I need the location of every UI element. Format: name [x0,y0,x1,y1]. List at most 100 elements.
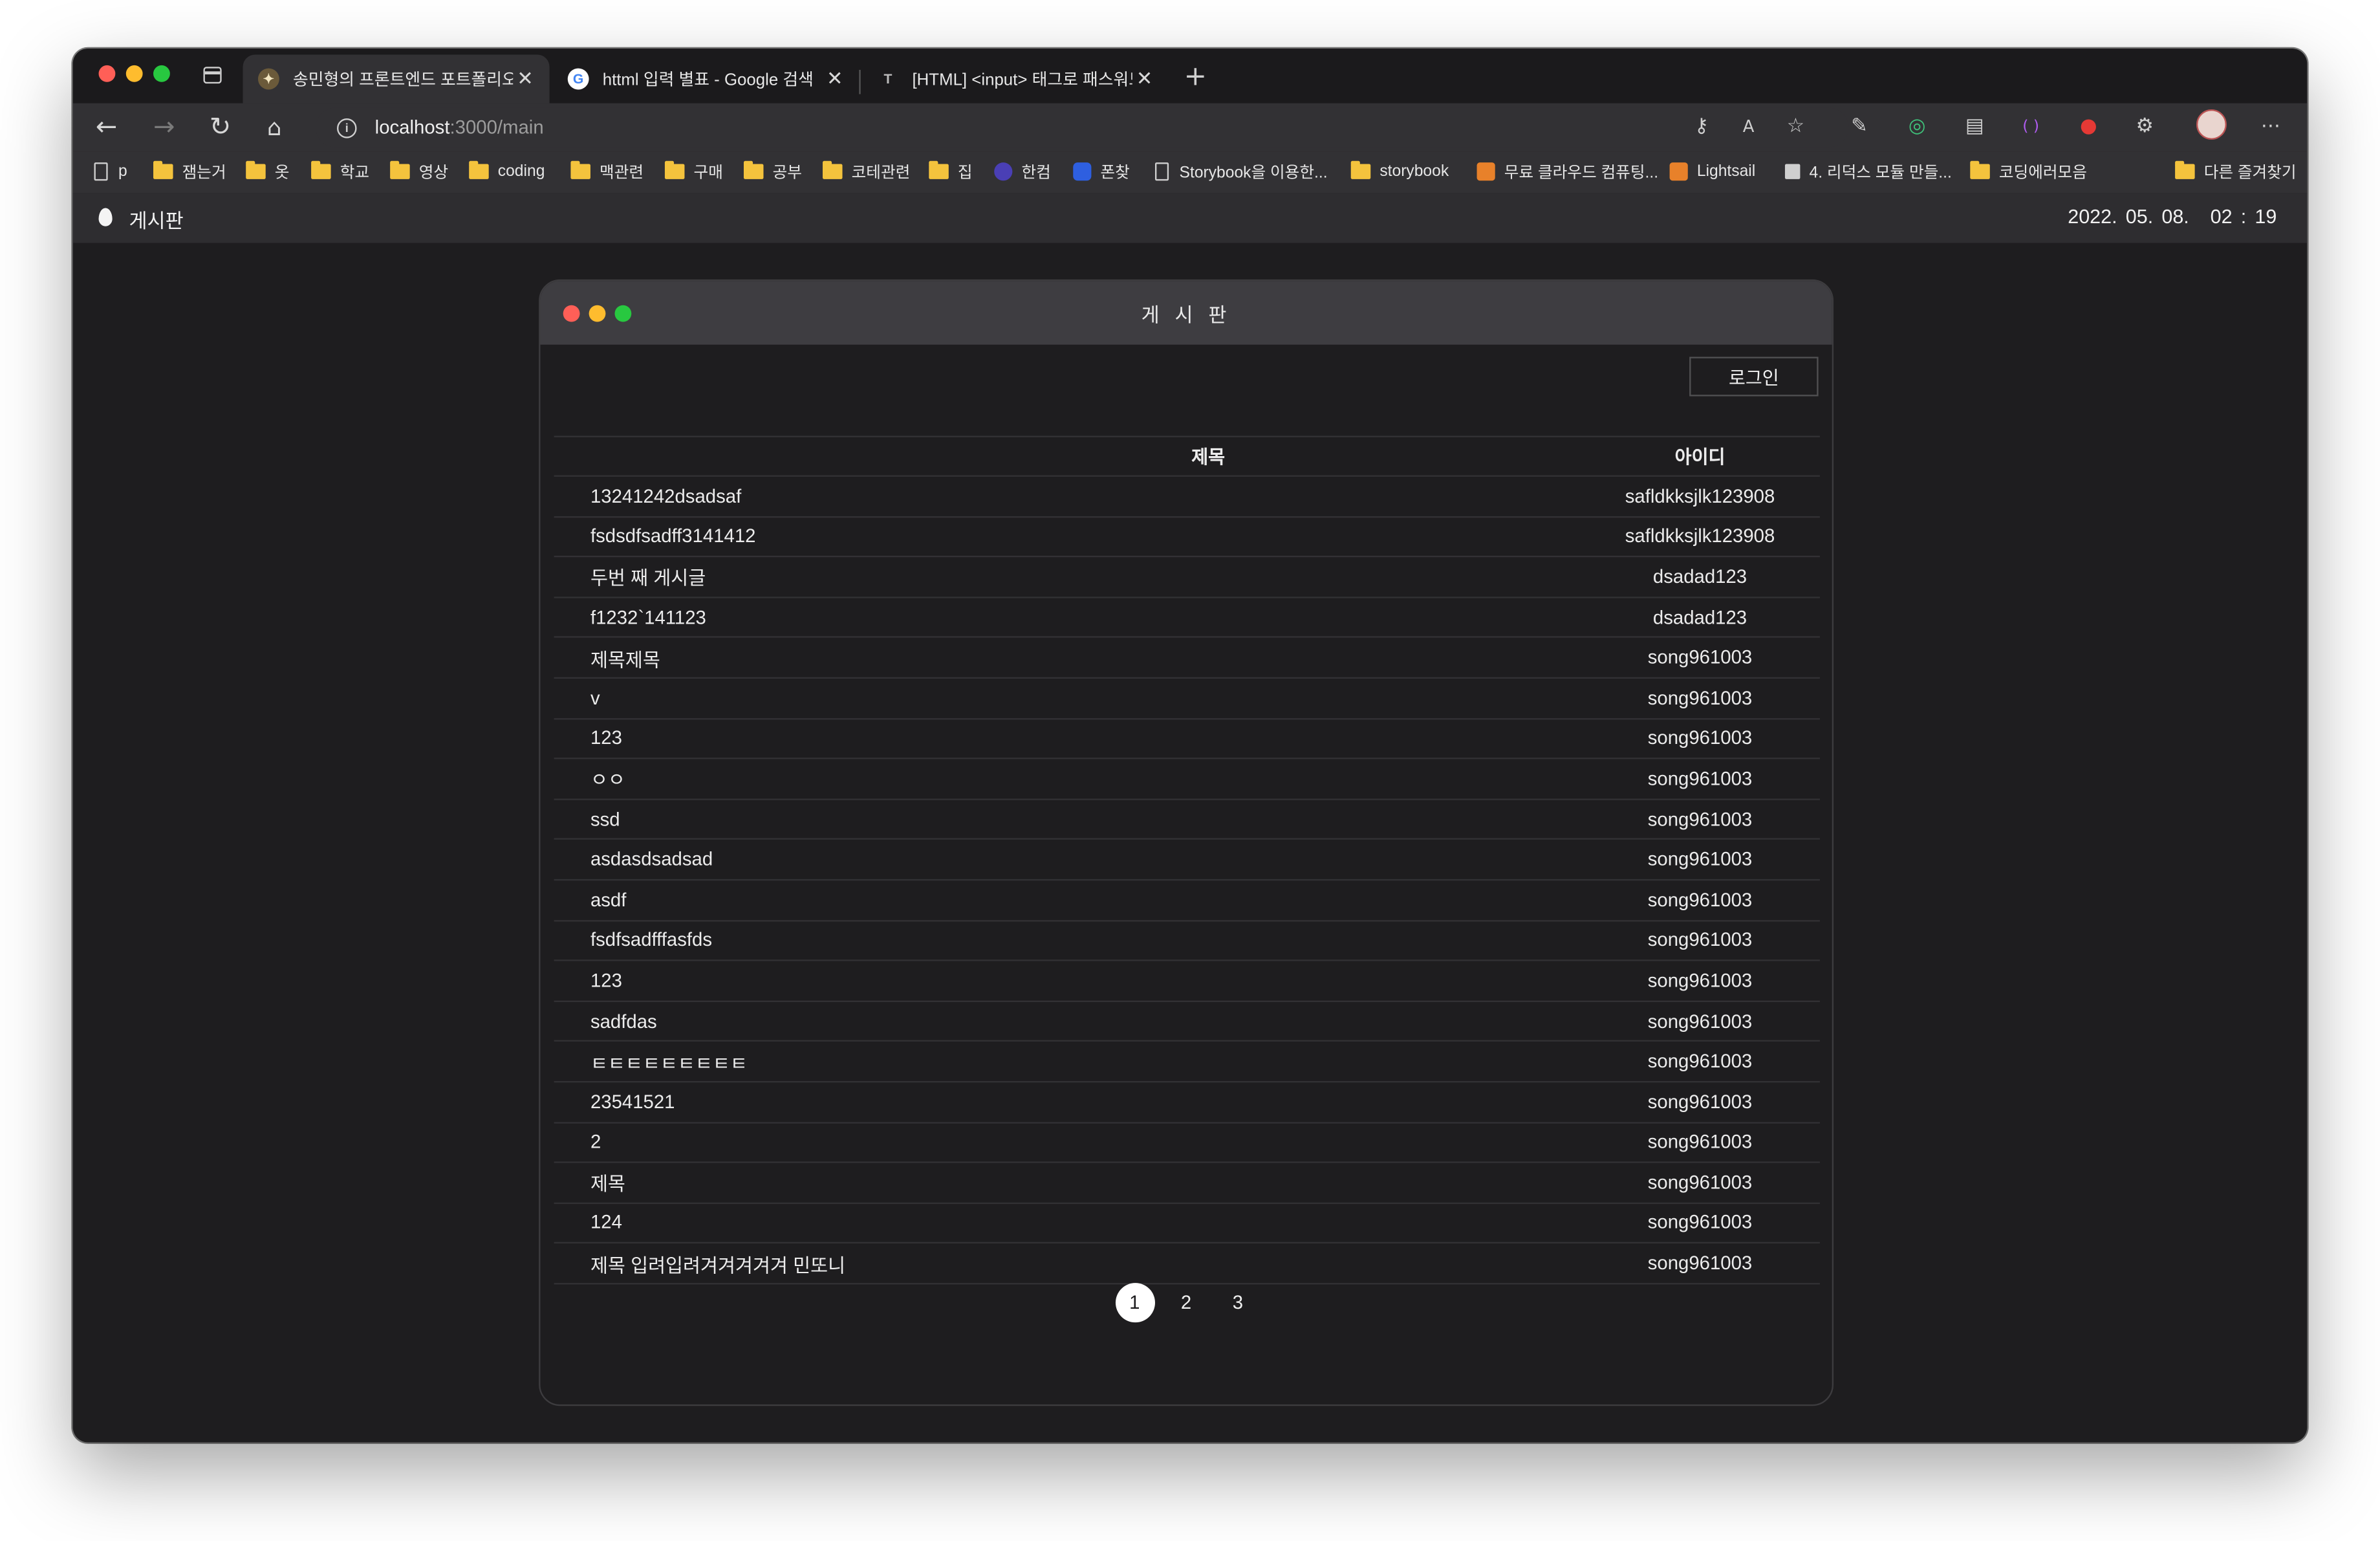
read-aloud-icon[interactable]: A [1738,117,1759,138]
table-row[interactable]: 제목제목 song961003 [554,639,1820,679]
post-title[interactable]: asdf [554,890,1605,911]
bookmark-folder[interactable]: storybook [1350,159,1449,184]
table-row[interactable]: asdf song961003 [554,880,1820,921]
pen-extension-icon[interactable]: ✎ [1849,116,1870,138]
post-table: 제목 아이디 13241242dsadsaf safldkksjlk123908 f… [554,435,1820,1285]
bookmark-folder[interactable]: 코딩에러모음 [1970,159,2087,184]
bookmark-item[interactable]: Storybook을 이용한... [1154,159,1328,184]
post-title[interactable]: f1232`141123 [554,607,1605,628]
pagination: 123 [540,1283,1832,1323]
post-title[interactable]: 124 [554,1212,1605,1234]
page-button-3[interactable]: 3 [1218,1283,1257,1322]
bookmark-folder[interactable]: 영상 [390,159,448,184]
bookmark-item[interactable]: 4. 리덕스 모듈 만들... [1784,159,1952,184]
bookmark-folder[interactable]: 코테관련 [823,159,910,184]
post-title[interactable]: 제목제목 [554,643,1605,672]
post-title[interactable]: v [554,688,1605,709]
table-row[interactable]: 제목 입려입려겨겨겨겨겨 민또니 song961003 [554,1244,1820,1285]
table-row[interactable]: ㅌㅌㅌㅌㅌㅌㅌㅌㅌ song961003 [554,1042,1820,1083]
table-row[interactable]: 2 song961003 [554,1123,1820,1163]
post-title[interactable]: 제목 입려입려겨겨겨겨겨 민또니 [554,1249,1605,1278]
bookmark-item[interactable]: 폰찾 [1073,159,1130,184]
close-tab-icon[interactable]: ✕ [1132,67,1157,91]
printer-extension-icon[interactable]: ▤ [1964,116,1985,138]
page-button-2[interactable]: 2 [1167,1283,1206,1322]
bookmark-folder[interactable]: 학교 [311,159,369,184]
tab-actions-icon[interactable] [203,67,222,84]
bookmark-item[interactable]: Lightsail [1669,159,1755,184]
folder-icon [743,160,764,179]
bookmark-label: p [118,162,127,181]
close-tab-icon[interactable]: ✕ [513,67,537,91]
table-row[interactable]: 124 song961003 [554,1203,1820,1244]
table-row[interactable]: 123 song961003 [554,719,1820,760]
login-button[interactable]: 로그인 [1689,356,1819,397]
browser-tab-html[interactable]: T [HTML] <input> 태그로 패스워드 ✕ [862,54,1169,103]
post-title[interactable]: 123 [554,728,1605,749]
hand-extension-icon[interactable]: ● [2078,116,2099,138]
table-row[interactable]: f1232`141123 dsadad123 [554,598,1820,639]
bookmark-item[interactable]: 무료 클라우드 컴퓨팅... [1477,159,1658,184]
post-author-id: song961003 [1647,1010,1753,1032]
browser-tab-portfolio[interactable]: ✦ 송민형의 프론트엔드 포트폴리오 ✕ [243,54,550,104]
table-row[interactable]: 23541521 song961003 [554,1082,1820,1123]
new-tab-icon[interactable]: + [1184,63,1207,91]
table-row[interactable]: ㅇㅇ song961003 [554,760,1820,800]
favorite-star-icon[interactable]: ☆ [1785,116,1806,138]
post-author-id: song961003 [1647,808,1753,830]
extensions-icon[interactable]: ⚙ [2134,116,2156,138]
table-row[interactable]: fsdfsadfffasfds song961003 [554,921,1820,961]
close-tab-icon[interactable]: ✕ [823,67,847,91]
forward-icon[interactable]: → [153,113,175,143]
post-title[interactable]: sadfdas [554,1011,1605,1032]
table-row[interactable]: 13241242dsadsaf safldkksjlk123908 [554,477,1820,518]
app-title[interactable]: 게시판 [129,205,183,234]
post-title[interactable]: 제목 [554,1168,1605,1197]
maximize-window-button[interactable] [153,65,170,82]
profile-avatar[interactable] [2196,109,2227,140]
bookmark-folder[interactable]: coding [469,159,545,184]
table-row[interactable]: 제목 song961003 [554,1163,1820,1204]
close-window-button[interactable] [98,65,116,82]
other-bookmarks-folder[interactable]: 다른 즐겨찾기 [2175,159,2297,184]
column-header-title: 제목 [1191,446,1226,468]
back-icon[interactable]: ← [96,113,117,143]
bracket-extension-icon[interactable]: ( ) [2020,117,2042,138]
post-title[interactable]: 두번 째 게시글 [554,562,1605,591]
post-title[interactable]: ㅌㅌㅌㅌㅌㅌㅌㅌㅌ [554,1047,1605,1076]
browser-tab-google[interactable]: G httml 입력 별표 - Google 검색 ✕ [552,54,859,103]
more-menu-icon[interactable]: ⋯ [2260,116,2282,138]
table-row[interactable]: ssd song961003 [554,800,1820,840]
bookmark-folder[interactable]: 구매 [664,159,723,184]
post-title[interactable]: asdasdsadsad [554,849,1605,870]
reload-icon[interactable]: ↻ [210,113,231,143]
bookmark-folder[interactable]: 옷 [246,159,289,184]
post-title[interactable]: ㅇㅇ [554,765,1605,794]
bookmark-folder[interactable]: 공부 [743,159,802,184]
home-icon[interactable]: ⌂ [267,113,281,143]
post-title[interactable]: fsdfsadfffasfds [554,930,1605,951]
minimize-window-button[interactable] [125,65,143,82]
table-row[interactable]: 123 song961003 [554,961,1820,1002]
bookmark-folder[interactable]: 맥관련 [570,159,644,184]
post-title[interactable]: 2 [554,1131,1605,1153]
bookmark-item[interactable]: p [94,159,127,184]
bookmark-item[interactable]: 한컴 [994,159,1051,184]
page-button-1[interactable]: 1 [1114,1283,1154,1323]
post-title[interactable]: fsdsdfsadff3141412 [554,526,1605,547]
table-row[interactable]: sadfdas song961003 [554,1001,1820,1042]
table-row[interactable]: v song961003 [554,679,1820,719]
post-title[interactable]: ssd [554,809,1605,830]
bookmark-folder[interactable]: 잼는거 [153,159,226,184]
target-extension-icon[interactable]: ◎ [1907,116,1928,138]
address-bar[interactable]: i localhost:3000/main [316,107,1849,148]
bookmark-folder[interactable]: 집 [929,159,973,184]
post-title[interactable]: 23541521 [554,1091,1605,1113]
table-row[interactable]: asdasdsadsad song961003 [554,840,1820,881]
table-row[interactable]: fsdsdfsadff3141412 safldkksjlk123908 [554,517,1820,558]
table-row[interactable]: 두번 째 게시글 dsadad123 [554,558,1820,598]
post-title[interactable]: 13241242dsadsaf [554,486,1605,507]
post-title[interactable]: 123 [554,970,1605,991]
key-icon[interactable]: ⚷ [1691,116,1712,138]
site-info-icon[interactable]: i [337,117,357,138]
